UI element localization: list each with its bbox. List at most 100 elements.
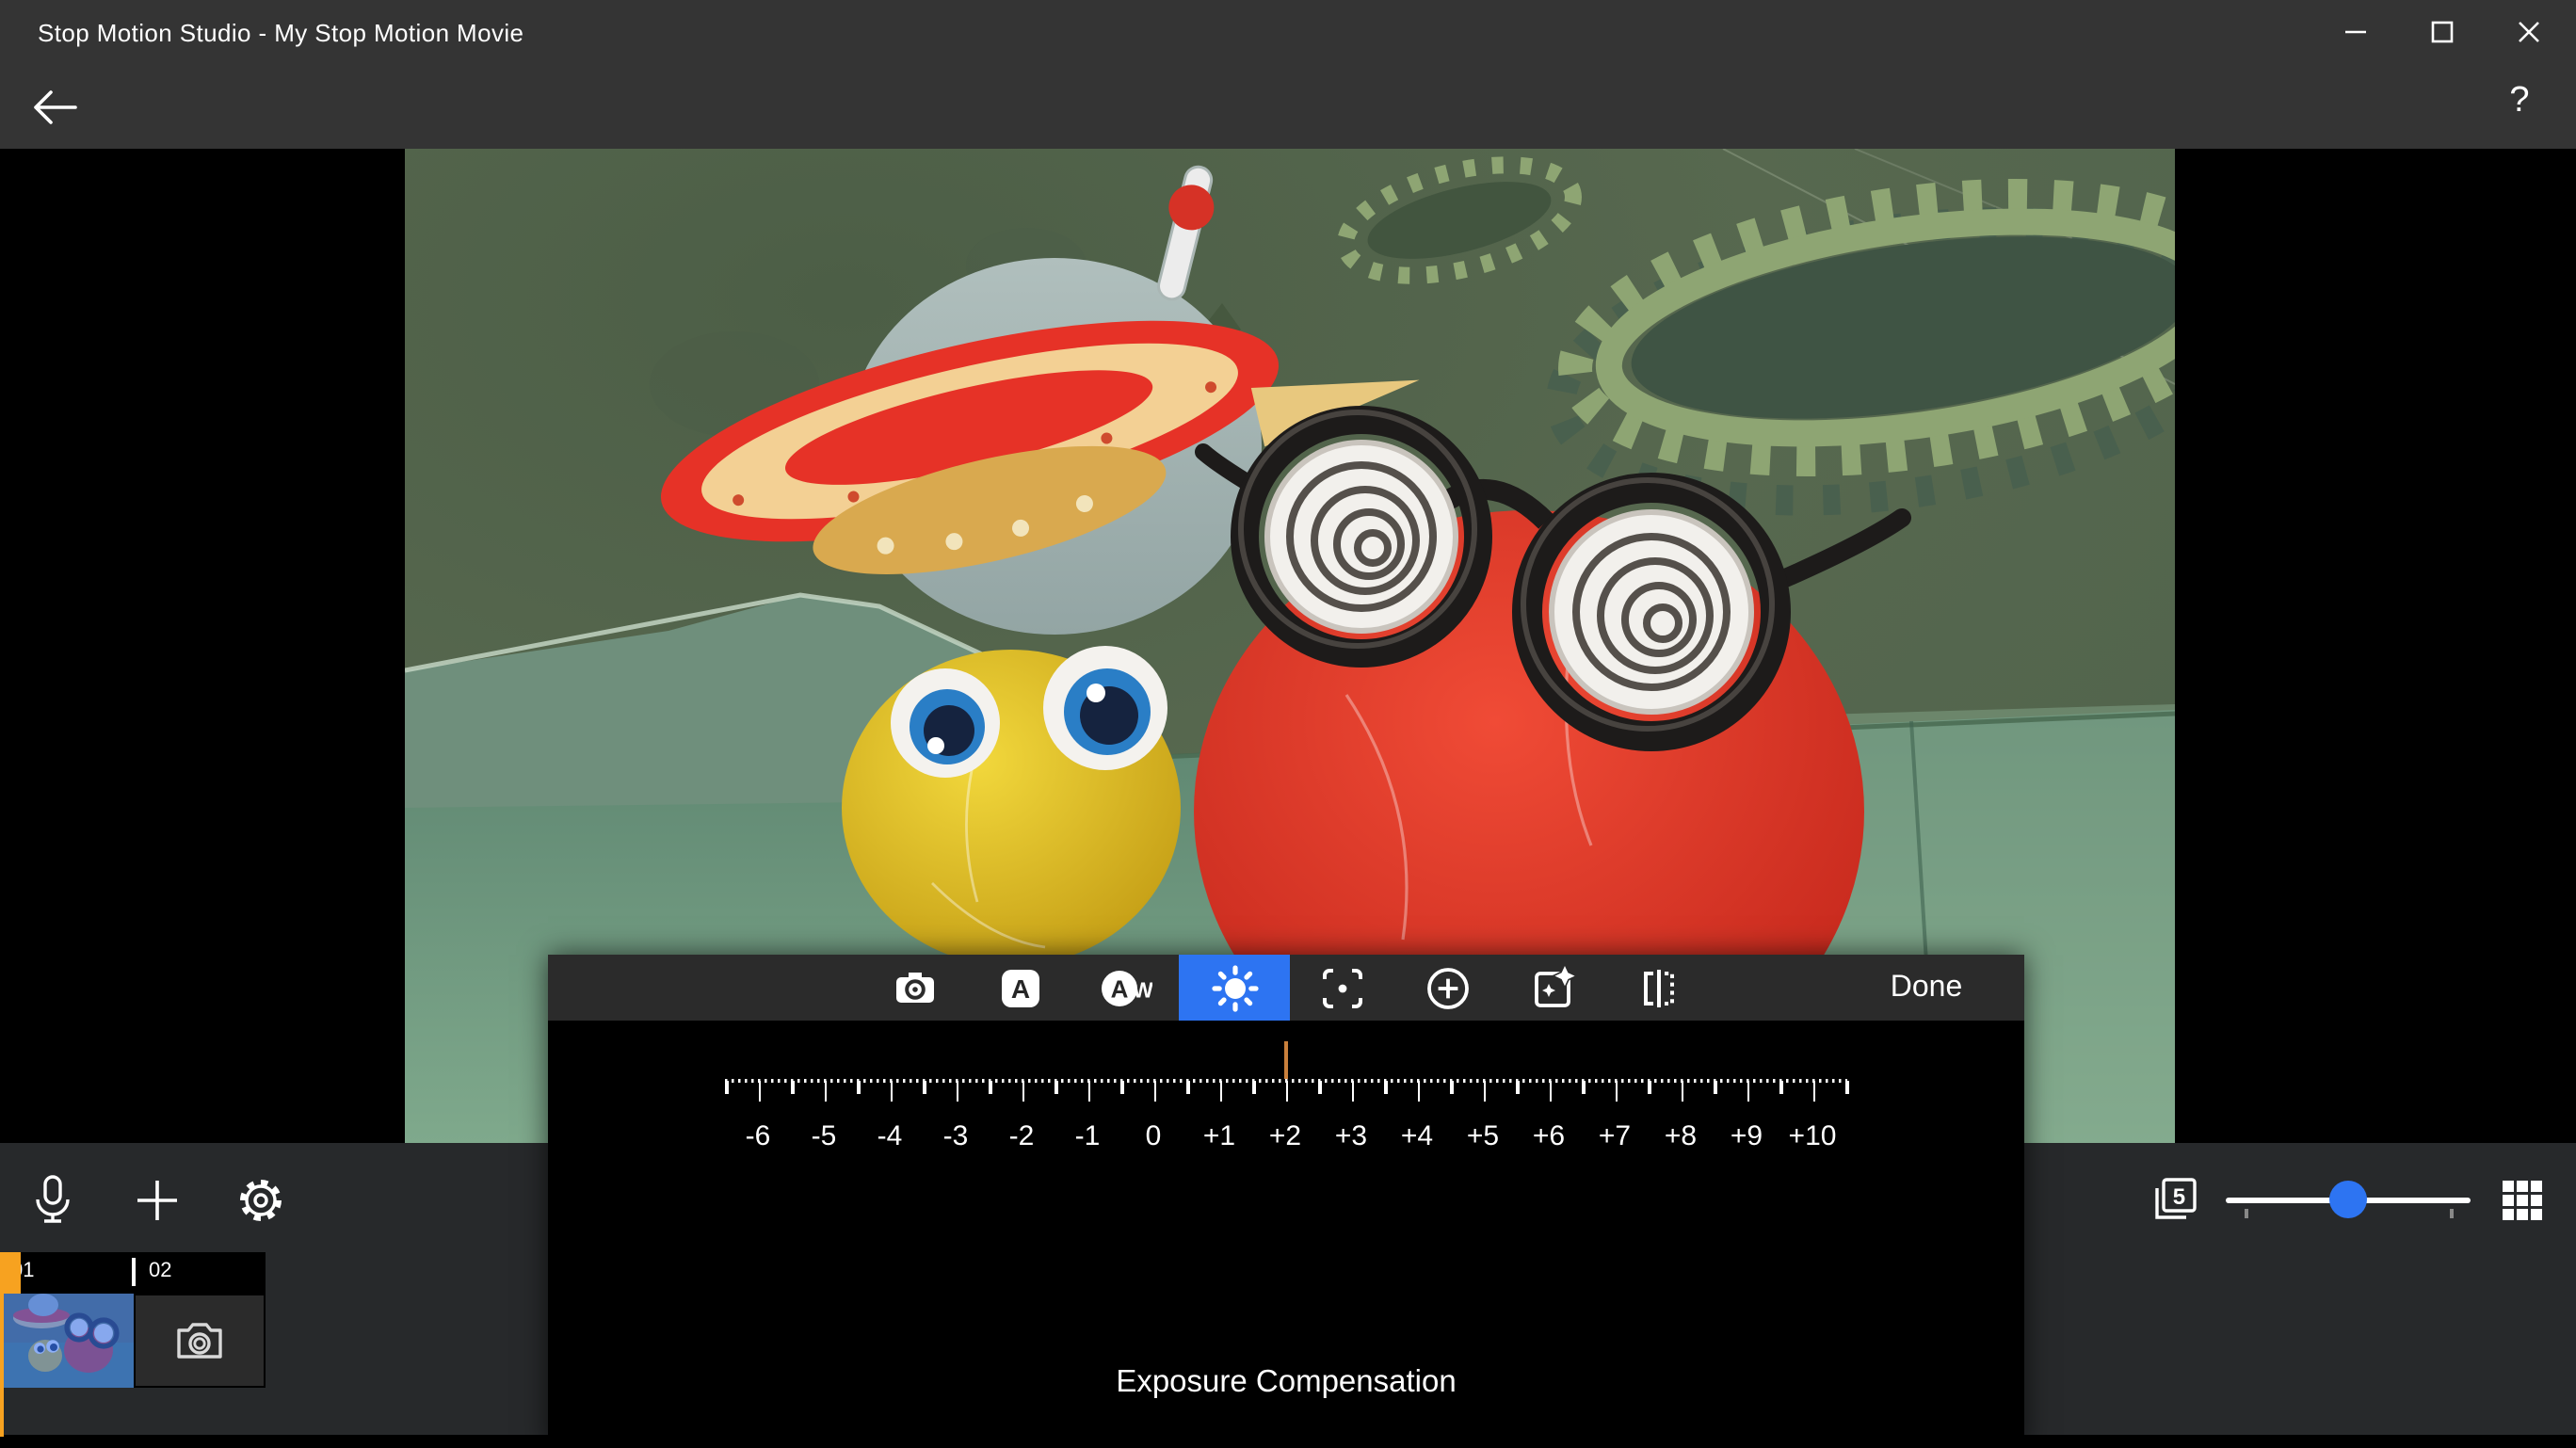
ruler-tick xyxy=(1549,1081,1552,1101)
ruler-tick xyxy=(1186,1081,1189,1093)
audio-record-button[interactable] xyxy=(28,1173,77,1226)
help-button[interactable]: ? xyxy=(2497,81,2542,134)
ruler-value-label: 0 xyxy=(1146,1120,1162,1152)
ruler-value-label: -1 xyxy=(1075,1120,1101,1152)
ruler-tick xyxy=(1285,1081,1288,1101)
ruler-value-label: -2 xyxy=(1009,1120,1035,1152)
ruler-tick xyxy=(1153,1081,1156,1101)
ruler-tick xyxy=(1747,1081,1749,1101)
ruler-tick xyxy=(857,1081,860,1093)
ruler-value-label: +1 xyxy=(1203,1120,1235,1152)
maximize-icon xyxy=(2431,20,2454,42)
svg-text:A: A xyxy=(1011,973,1030,1003)
add-media-button[interactable] xyxy=(136,1179,179,1222)
focus-brackets-icon xyxy=(1318,963,1367,1012)
ruler-value-label: +8 xyxy=(1665,1120,1697,1152)
frame-thumbnail-selected[interactable] xyxy=(4,1294,134,1388)
ruler-tick xyxy=(1812,1081,1815,1101)
awb-icon: A W xyxy=(1100,963,1152,1012)
ruler-tick xyxy=(890,1081,893,1101)
ruler-tick xyxy=(1845,1081,1848,1093)
tool-white-balance[interactable]: A W xyxy=(1073,955,1179,1021)
ruler-tick xyxy=(1120,1081,1123,1093)
exposure-ruler[interactable]: -6-5-4-3-2-10+1+2+3+4+5+6+7+8+9+10 xyxy=(725,1041,1847,1173)
slider-thumb[interactable] xyxy=(2329,1181,2367,1218)
tool-capture-mode[interactable] xyxy=(862,955,968,1021)
nav-bar: ? xyxy=(0,64,2576,149)
ruler-tick xyxy=(1351,1081,1354,1101)
svg-text:W: W xyxy=(1133,977,1152,1002)
ruler-tick xyxy=(824,1081,827,1101)
ruler-value-label: +6 xyxy=(1533,1120,1565,1152)
ruler-value-label: -6 xyxy=(746,1120,771,1152)
app-window: Stop Motion Studio - My Stop Motion Movi… xyxy=(0,0,2576,1448)
tool-focus[interactable] xyxy=(1290,955,1395,1021)
letter-a-icon: A xyxy=(996,963,1045,1012)
ruler-value-label: +9 xyxy=(1731,1120,1763,1152)
done-button[interactable]: Done xyxy=(1847,955,2005,1021)
onion-skin-button[interactable]: 5 xyxy=(2149,1173,2201,1226)
ruler-tick xyxy=(1615,1081,1618,1101)
ruler-tick xyxy=(1087,1081,1090,1101)
onion-skin-slider[interactable] xyxy=(2226,1181,2471,1220)
ruler-tick xyxy=(1483,1081,1486,1101)
camera-tools-bar: A A W xyxy=(548,955,2024,1021)
tool-auto-mode[interactable]: A xyxy=(968,955,1073,1021)
capture-frame-button[interactable] xyxy=(134,1294,266,1388)
ruler-tick xyxy=(1384,1081,1387,1093)
setting-caption: Exposure Compensation xyxy=(548,1365,2024,1401)
ruler-value-label: +2 xyxy=(1269,1120,1301,1152)
slider-tick xyxy=(2450,1209,2453,1218)
ruler-value-label: -4 xyxy=(877,1120,903,1152)
brightness-sun-icon xyxy=(1210,963,1259,1012)
tool-enhance[interactable] xyxy=(1501,955,1606,1021)
slider-tick xyxy=(2245,1209,2247,1218)
ruler-tick xyxy=(1779,1081,1782,1093)
camera-settings-panel: A A W xyxy=(548,955,2024,1448)
ruler-tick xyxy=(725,1081,728,1093)
close-button[interactable] xyxy=(2486,0,2572,62)
ruler-tick xyxy=(956,1081,958,1101)
ruler-tick xyxy=(1055,1081,1057,1093)
ruler-tick xyxy=(1648,1081,1650,1093)
frame-separator xyxy=(132,1258,136,1286)
frame-number-label: 02 xyxy=(149,1260,172,1282)
ruler-value-label: +3 xyxy=(1335,1120,1367,1152)
close-icon xyxy=(2518,20,2540,42)
microphone-icon xyxy=(28,1173,77,1226)
tool-flip[interactable] xyxy=(1606,955,1712,1021)
minimize-icon xyxy=(2344,20,2367,42)
grid-overlay-button[interactable] xyxy=(2501,1179,2544,1222)
ruler-tick xyxy=(1450,1081,1453,1093)
exposure-marker[interactable] xyxy=(1284,1041,1288,1078)
ruler-tick xyxy=(758,1081,761,1101)
ruler-tick xyxy=(989,1081,991,1093)
ruler-value-label: -5 xyxy=(812,1120,837,1152)
title-bar: Stop Motion Studio - My Stop Motion Movi… xyxy=(0,0,2576,64)
tool-zoom[interactable] xyxy=(1395,955,1501,1021)
ruler-tick xyxy=(1219,1081,1222,1101)
back-button[interactable] xyxy=(30,88,79,126)
ruler-value-label: +4 xyxy=(1401,1120,1433,1152)
maximize-button[interactable] xyxy=(2399,0,2486,62)
tool-exposure-selected[interactable] xyxy=(1179,955,1290,1021)
ruler-value-label: -3 xyxy=(943,1120,969,1152)
ruler-tick xyxy=(1318,1081,1321,1093)
ruler-tick xyxy=(1417,1081,1420,1101)
window-title: Stop Motion Studio - My Stop Motion Movi… xyxy=(38,19,523,47)
minimize-button[interactable] xyxy=(2312,0,2399,62)
ruler-tick xyxy=(923,1081,926,1093)
timeline-ruler[interactable]: 01 02 xyxy=(0,1252,266,1294)
frame-1-thumbnail-image xyxy=(4,1294,134,1388)
ruler-tick xyxy=(1582,1081,1585,1093)
ruler-value-label: +7 xyxy=(1599,1120,1631,1152)
settings-button[interactable] xyxy=(237,1177,284,1224)
image-sparkle-icon xyxy=(1529,963,1578,1012)
camera-icon xyxy=(891,963,940,1012)
capture-camera-icon xyxy=(175,1321,224,1360)
plus-circle-icon xyxy=(1424,963,1473,1012)
playhead-line xyxy=(0,1252,4,1437)
ruler-tick xyxy=(1022,1081,1024,1101)
svg-text:A: A xyxy=(1111,974,1129,1003)
back-arrow-icon xyxy=(30,88,79,126)
